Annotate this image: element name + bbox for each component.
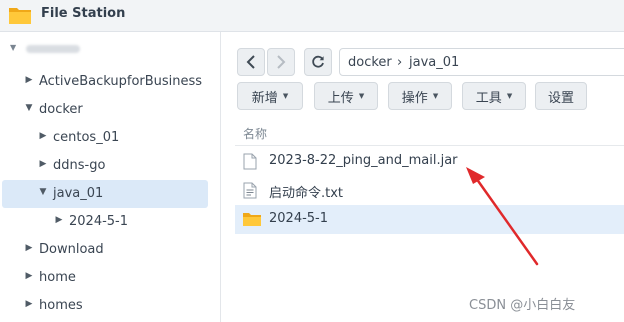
watermark-text: CSDN @小白白友 bbox=[469, 298, 576, 313]
annotation-arrow bbox=[466, 167, 539, 266]
